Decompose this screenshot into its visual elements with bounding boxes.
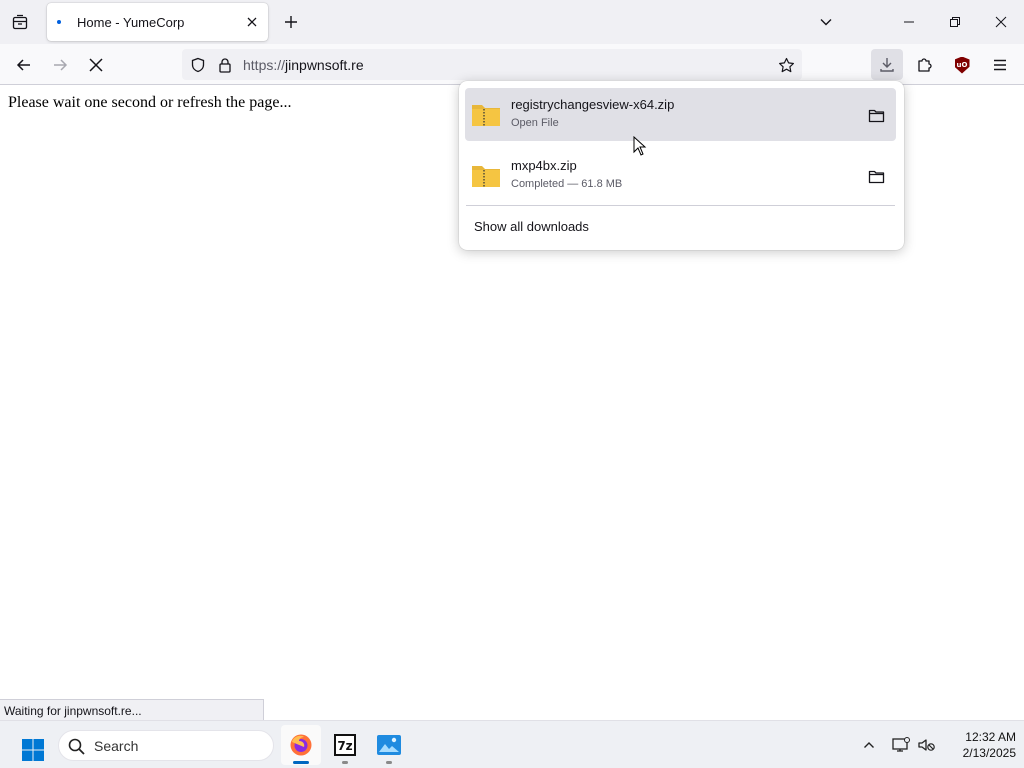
url-bar[interactable]: https://jinpwnsoft.re (182, 49, 802, 80)
download-item[interactable]: mxp4bx.zip Completed — 61.8 MB (465, 149, 896, 202)
photos-icon (377, 735, 401, 755)
download-filename: registrychangesview-x64.zip (511, 97, 675, 112)
zip-folder-icon (472, 105, 500, 126)
windows-logo-icon (22, 739, 44, 761)
download-status: Open File (511, 117, 559, 129)
running-app-indicator (386, 761, 392, 764)
restore-button[interactable] (932, 0, 978, 44)
mouse-cursor-icon (633, 136, 647, 156)
separator (466, 205, 895, 206)
loading-dot-icon (57, 20, 61, 24)
downloads-panel: registrychangesview-x64.zip Open File mx… (459, 81, 904, 250)
svg-text:7z: 7z (337, 739, 352, 753)
running-app-indicator (342, 761, 348, 764)
clock-time: 12:32 AM (965, 730, 1016, 744)
url-scheme: https:// (243, 57, 286, 73)
download-icon (880, 57, 894, 72)
search-placeholder: Search (94, 738, 139, 754)
lock-icon[interactable] (215, 55, 235, 75)
taskbar-app-firefox[interactable] (281, 725, 321, 765)
page-message: Please wait one second or refresh the pa… (8, 94, 292, 111)
hamburger-menu-icon (994, 59, 1006, 71)
show-all-downloads-link[interactable]: Show all downloads (474, 219, 589, 234)
firefox-view-button[interactable] (6, 8, 34, 36)
stop-button[interactable] (81, 50, 111, 80)
ublock-shield-icon: uO (954, 56, 970, 74)
network-status-button[interactable] (889, 733, 913, 757)
speaker-muted-icon (918, 739, 935, 751)
tab-strip: Home - YumeCorp (0, 0, 1024, 44)
minimize-button[interactable] (886, 0, 932, 44)
start-button[interactable] (16, 733, 50, 767)
active-app-indicator (293, 761, 309, 764)
app-menu-button[interactable] (985, 50, 1015, 80)
close-icon (247, 17, 257, 27)
bookmark-star-icon[interactable] (776, 55, 796, 75)
seven-zip-icon: 7z (334, 734, 356, 756)
list-all-tabs-button[interactable] (812, 8, 840, 36)
windows-taskbar: Search 7z 12:32 AM 2/13/2025 (0, 720, 1024, 768)
restore-icon (950, 17, 960, 27)
show-hidden-icons-button[interactable] (857, 733, 881, 757)
navigation-toolbar: https://jinpwnsoft.re uO (0, 44, 1024, 85)
download-filename: mxp4bx.zip (511, 158, 577, 173)
network-monitor-icon (892, 737, 910, 752)
taskbar-app-7zip[interactable]: 7z (325, 725, 365, 765)
show-in-folder-button[interactable] (864, 103, 888, 127)
close-icon (995, 16, 1007, 28)
arrow-right-icon (54, 59, 68, 71)
system-clock[interactable]: 12:32 AM 2/13/2025 (938, 729, 1016, 761)
download-status: Completed — 61.8 MB (511, 178, 623, 190)
status-bar: Waiting for jinpwnsoft.re... (0, 699, 264, 720)
puzzle-piece-icon (918, 58, 932, 72)
firefox-view-icon (12, 14, 28, 30)
arrow-left-icon (16, 59, 30, 71)
zip-folder-icon (472, 166, 500, 187)
plus-icon (285, 16, 297, 28)
downloads-button[interactable] (871, 49, 903, 80)
taskbar-search-box[interactable]: Search (58, 730, 274, 761)
extensions-button[interactable] (909, 50, 939, 80)
tab-title: Home - YumeCorp (77, 15, 185, 30)
search-icon (68, 738, 85, 755)
tab-active[interactable]: Home - YumeCorp (47, 3, 268, 41)
forward-button[interactable] (45, 50, 75, 80)
back-button[interactable] (9, 50, 39, 80)
show-in-folder-button[interactable] (864, 164, 888, 188)
new-tab-button[interactable] (277, 8, 305, 36)
volume-button[interactable] (914, 733, 938, 757)
folder-icon (868, 109, 884, 122)
stop-icon (89, 58, 103, 72)
url-host: jinpwnsoft.re (285, 57, 364, 73)
folder-icon (868, 170, 884, 183)
firefox-icon (290, 734, 312, 756)
chevron-down-icon (820, 19, 832, 26)
chevron-up-icon (864, 742, 874, 748)
ublock-origin-button[interactable]: uO (947, 50, 977, 80)
minimize-icon (904, 21, 914, 23)
download-item[interactable]: registrychangesview-x64.zip Open File (465, 88, 896, 141)
clock-date: 2/13/2025 (962, 746, 1016, 760)
tab-close-button[interactable] (244, 14, 260, 30)
url-text[interactable]: https://jinpwnsoft.re (243, 57, 364, 73)
taskbar-app-photos[interactable] (369, 725, 409, 765)
close-window-button[interactable] (978, 0, 1024, 44)
tracking-protection-shield-icon[interactable] (188, 55, 208, 75)
